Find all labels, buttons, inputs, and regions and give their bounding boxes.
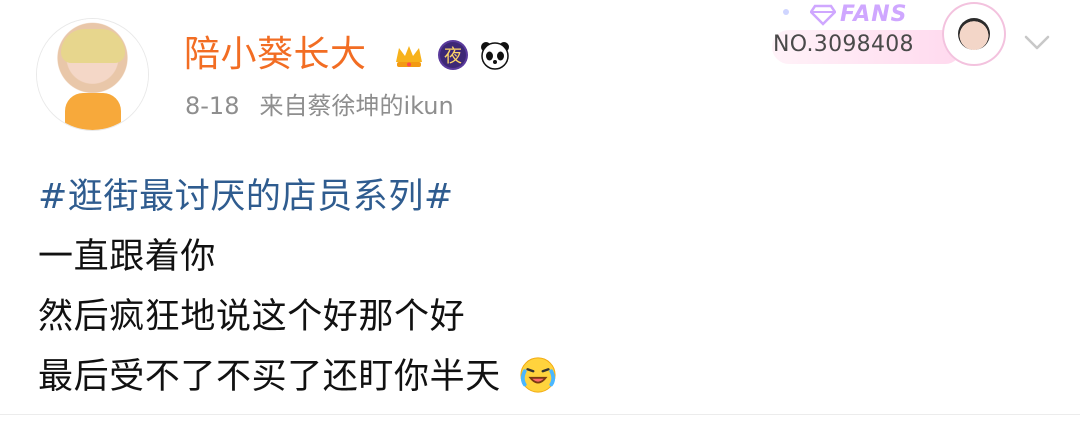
post-date: 8-18 [185, 92, 240, 120]
crown-icon[interactable] [392, 38, 426, 72]
divider [0, 414, 1080, 415]
night-badge-text: 夜 [444, 46, 462, 67]
night-badge-icon[interactable]: 夜 [436, 38, 470, 72]
post-body: #逛街最讨厌的店员系列# 一直跟着你 然后疯狂地说这个好那个好 最后受不了不买了… [38, 167, 557, 407]
panda-icon[interactable] [478, 38, 512, 72]
avatar-shirt [65, 93, 121, 130]
post-meta: 8-18 来自蔡徐坤的ikun [185, 89, 454, 123]
chevron-down-icon[interactable] [1024, 34, 1050, 52]
user-avatar[interactable] [37, 19, 148, 130]
post-source[interactable]: 来自蔡徐坤的ikun [259, 92, 453, 120]
fans-label: FANS [840, 2, 908, 27]
post-line-3: 最后受不了不买了还盯你半天 [38, 357, 501, 397]
post-line-1: 一直跟着你 [38, 237, 217, 277]
fans-number: NO.3098408 [773, 32, 914, 57]
sparkle-icon [783, 9, 789, 15]
fans-avatar [942, 2, 1006, 66]
fans-card[interactable]: FANS NO.3098408 [750, 0, 1006, 70]
fans-avatar-face [958, 18, 990, 50]
post-line-2: 然后疯狂地说这个好那个好 [38, 297, 466, 337]
username[interactable]: 陪小葵长大 [184, 33, 367, 77]
diamond-icon [810, 4, 836, 26]
topic-link[interactable]: #逛街最讨厌的店员系列# [38, 167, 557, 227]
laugh-cry-emoji-icon [519, 357, 556, 393]
avatar-hair [61, 29, 125, 63]
